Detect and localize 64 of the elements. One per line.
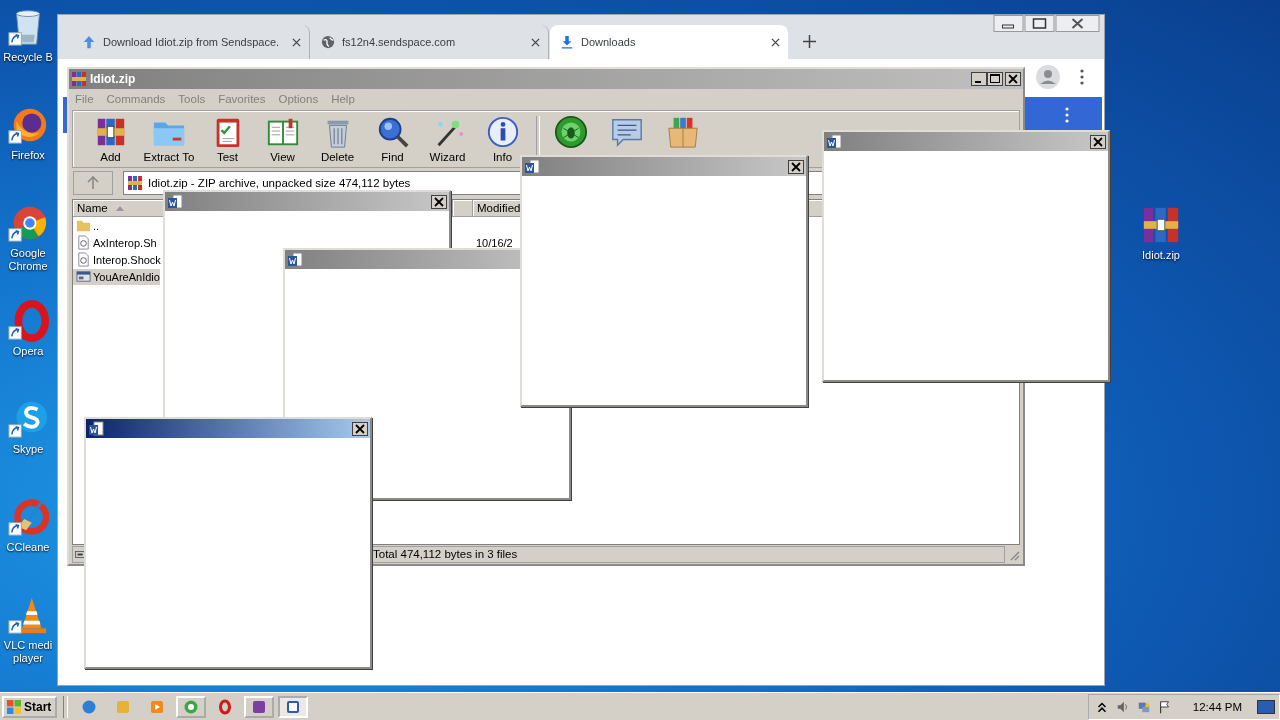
start-button[interactable]: Start — [2, 695, 58, 718]
opera-icon[interactable] — [7, 300, 49, 342]
virus-scan-icon[interactable] — [554, 115, 588, 149]
maximize-icon[interactable] — [987, 72, 1003, 86]
desktop-icon-label[interactable]: Google Chrome — [0, 247, 56, 273]
windows-logo-icon — [6, 698, 22, 715]
toolbar-button[interactable]: Add — [83, 112, 138, 166]
ccleaner-icon[interactable] — [7, 496, 49, 538]
toolbar-button[interactable]: Delete — [310, 112, 365, 166]
close-icon[interactable] — [352, 421, 368, 436]
close-icon[interactable] — [788, 159, 804, 174]
close-tab-icon[interactable] — [771, 37, 780, 47]
file-icon — [76, 252, 91, 267]
speaker-icon[interactable] — [1115, 699, 1130, 714]
package-icon[interactable] — [666, 115, 700, 149]
file-row[interactable]: YouAreAnIdio — [73, 268, 160, 285]
clock[interactable]: 12:44 PM — [1192, 700, 1242, 713]
desktop-icon-label[interactable]: CCleane — [0, 541, 56, 554]
file-row[interactable]: .. — [73, 217, 160, 234]
up-arrow-icon — [87, 176, 99, 190]
desktop-icon-label[interactable]: Skype — [0, 443, 56, 456]
maximize-icon[interactable] — [1024, 15, 1055, 32]
info-icon — [485, 115, 520, 149]
browser-tab[interactable]: Downloads — [550, 25, 788, 59]
window-title: Idiot.zip — [90, 72, 137, 86]
close-icon[interactable] — [1055, 15, 1100, 32]
table-cell: 10/16/2 — [476, 236, 513, 249]
column-header[interactable] — [453, 200, 473, 217]
minimize-icon[interactable] — [971, 72, 987, 86]
close-tab-icon[interactable] — [292, 37, 301, 47]
close-icon[interactable] — [1005, 72, 1021, 86]
toolbar-button[interactable]: Info — [475, 112, 530, 166]
desktop-icon-label[interactable]: Opera — [0, 345, 56, 358]
file-row[interactable]: AxInterop.Sh — [73, 234, 160, 251]
toolbar-button[interactable]: Test — [200, 112, 255, 166]
toolbar-button[interactable]: View — [255, 112, 310, 166]
document-taskbar-button[interactable] — [278, 695, 309, 718]
chrome-taskbar-button[interactable] — [176, 695, 207, 718]
play-icon — [149, 698, 166, 715]
toolbar-button[interactable]: Extract To — [138, 112, 200, 166]
download-icon — [560, 35, 574, 49]
new-tab-icon[interactable] — [803, 35, 816, 48]
archive-taskbar-button[interactable] — [244, 695, 275, 718]
desktop-icon-label[interactable]: VLC medi player — [0, 639, 56, 665]
desktop-icon-label[interactable]: Recycle B — [0, 51, 56, 64]
opera-icon — [217, 698, 234, 715]
toolbar-button[interactable]: Wizard — [420, 112, 475, 166]
desktop-icon-label[interactable]: Idiot.zip — [1133, 249, 1189, 262]
close-icon[interactable] — [1090, 134, 1106, 149]
upload-icon — [82, 35, 96, 49]
desktop-icon-label[interactable]: Firefox — [0, 149, 56, 162]
close-icon[interactable] — [431, 194, 447, 209]
show-desktop-button[interactable] — [1257, 699, 1275, 714]
more-icon[interactable] — [1065, 107, 1069, 123]
sort-ascending-icon — [115, 205, 124, 211]
menu-icon[interactable] — [1080, 69, 1084, 85]
flag-icon[interactable] — [1157, 699, 1172, 714]
profile-icon[interactable] — [1036, 65, 1060, 89]
file-icon — [76, 235, 91, 250]
network-icon[interactable] — [1136, 699, 1151, 714]
executable-icon — [76, 269, 91, 284]
file-row[interactable]: Interop.Shock — [73, 251, 160, 268]
close-tab-icon[interactable] — [531, 37, 540, 47]
toolbar-button[interactable]: Find — [365, 112, 420, 166]
